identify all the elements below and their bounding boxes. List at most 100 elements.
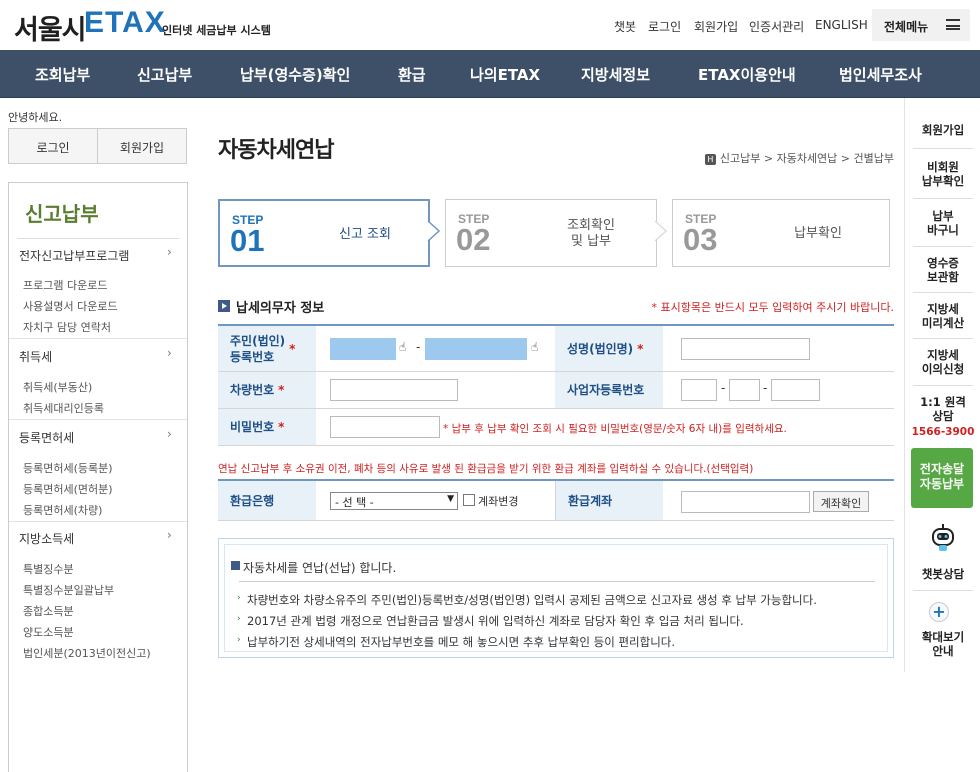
name-input[interactable] [681, 338, 810, 360]
password-hint: * 납부 후 납부 확인 조회 시 필요한 비밀번호(영문/숫자 6자 내)를 … [443, 423, 787, 435]
util-chatbot-link[interactable]: 챗봇 [614, 18, 636, 35]
gnb-item-local-tax-info[interactable]: 지방세정보 [581, 64, 650, 85]
required-note: * 표시항목은 반드시 모두 입력하여 주시기 바랍니다. [651, 301, 895, 314]
car-number-input[interactable] [330, 379, 458, 401]
gnb-item-refund[interactable]: 환급 [398, 64, 426, 85]
section-bullet-icon [218, 300, 230, 312]
arrow-bullet-icon: › [237, 593, 241, 603]
password-input[interactable] [330, 416, 440, 438]
logo-subtitle: 인터넷 세금납부 시스템 [162, 24, 271, 37]
refund-form: 환급은행 - 선 택 - ▼ 계좌변경 환급계좌 계좌확인 [218, 479, 894, 521]
zoom-plus-icon[interactable]: + [929, 602, 949, 622]
info-box: 자동차세를 연납(선납) 합니다. › 차량번호와 차량소유주의 주민(법인)등… [218, 538, 894, 658]
refund-bank-select[interactable]: - 선 택 - ▼ [330, 492, 458, 510]
biz-number-part2-input[interactable] [729, 379, 760, 401]
quick-divider [913, 148, 973, 149]
form-row-password: 비밀번호 * * 납부 후 납부 확인 조회 시 필요한 비밀번호(영문/숫자 6… [218, 409, 894, 446]
chatbot-robot-icon[interactable] [927, 522, 959, 554]
sidebar-item-registration-vehicle[interactable]: 등록면허세(차량) [23, 502, 102, 518]
quick-payment-basket[interactable]: 납부 바구니 [905, 209, 980, 237]
account-change-label: 계좌변경 [478, 495, 519, 508]
gnb-item-inquiry-payment[interactable]: 조회납부 [35, 64, 90, 85]
sidebar-item-withholding[interactable]: 특별징수분 [23, 561, 74, 577]
sidebar-title-divider [17, 238, 179, 239]
info-item: 차량번호와 차량소유주의 주민(법인)등록번호/성명(법인명) 입력시 공제된 … [247, 593, 817, 607]
sidebar-group-local-income-tax[interactable]: 지방소득세 [19, 530, 74, 547]
biz-number-label: 사업자등록번호 [555, 372, 663, 408]
step-1-text: 신고 조회 [339, 227, 391, 242]
chevron-right-icon: › [167, 528, 172, 542]
refund-note: 연납 신고납부 후 소유권 이전, 폐차 등의 사유로 발생 된 환급금을 받기… [218, 463, 754, 475]
quick-objection[interactable]: 지방세 이의신청 [905, 348, 980, 376]
sidebar-item-capital-gains[interactable]: 양도소득분 [23, 624, 74, 640]
chevron-right-icon: › [167, 427, 172, 441]
sidebar-divider [9, 419, 187, 420]
sidebar-item-manual-download[interactable]: 사용설명서 다운로드 [23, 298, 118, 314]
biz-dash: - [721, 381, 726, 395]
all-menu-button[interactable]: 전체메뉴 [872, 9, 970, 41]
required-star: * [278, 420, 285, 434]
quick-remote-support[interactable]: 1:1 원격 상담 [905, 395, 980, 423]
sidebar-group-acquisition-tax[interactable]: 취득세 [19, 348, 52, 365]
gnb-item-my-etax[interactable]: 나의ETAX [470, 64, 540, 85]
chevron-right-icon: › [167, 346, 172, 360]
hand-pointer-icon: ☝ [531, 340, 539, 354]
refund-bank-label: 환급은행 [218, 481, 316, 520]
car-number-label: 차량번호 * [218, 372, 316, 408]
biz-number-part1-input[interactable] [681, 379, 717, 401]
sidebar-item-corporate-pre2013[interactable]: 법인세분(2013년이전신고) [23, 645, 151, 661]
util-english-link[interactable]: ENGLISH [815, 18, 868, 32]
quick-guest-payment-check[interactable]: 비회원 납부확인 [905, 160, 980, 188]
quick-signup[interactable]: 회원가입 [905, 123, 980, 137]
sidebar-menu: 신고납부 전자신고납부프로그램 › 프로그램 다운로드 사용설명서 다운로드 자… [8, 182, 188, 772]
sidebar-group-registration-tax[interactable]: 등록면허세 [19, 429, 74, 446]
form-row-car: 차량번호 * 사업자등록번호 - - [218, 372, 894, 409]
page-title: 자동차세연납 [218, 138, 334, 163]
zoom-guide-label[interactable]: 확대보기 안내 [905, 630, 980, 658]
sidebar-item-acquisition-agent[interactable]: 취득세대리인등록 [23, 400, 104, 416]
step-1: STEP 01 신고 조회 [218, 199, 430, 267]
quick-divider [913, 590, 973, 591]
jumin-back-input[interactable] [425, 338, 527, 360]
sidebar-item-registration-reg[interactable]: 등록면허세(등록분) [23, 460, 113, 476]
jumin-front-input[interactable] [330, 338, 396, 360]
gnb-item-report-payment[interactable]: 신고납부 [137, 64, 192, 85]
info-heading: 자동차세를 연납(선납) 합니다. [243, 561, 397, 575]
biz-number-part3-input[interactable] [771, 379, 820, 401]
logo-city[interactable]: 서울시 [14, 8, 87, 47]
util-login-link[interactable]: 로그인 [648, 18, 681, 35]
chatbot-label[interactable]: 챗봇상담 [905, 567, 980, 581]
breadcrumb-path[interactable]: 신고납부 > 자동차세연납 > 건별납부 [720, 152, 894, 165]
gnb-item-receipt-check[interactable]: 납부(영수증)확인 [240, 64, 350, 85]
refund-account-label: 환급계좌 [555, 481, 663, 520]
util-cert-link[interactable]: 인증서관리 [749, 18, 804, 35]
breadcrumb: H 신고납부 > 자동차세연납 > 건별납부 [704, 150, 894, 166]
gnb-item-corporate-audit[interactable]: 법인세무조사 [839, 64, 922, 85]
logo-etax[interactable]: ETAX [84, 6, 166, 40]
e-delivery-autopay-button[interactable]: 전자송달 자동납부 [911, 448, 973, 508]
quick-tax-calculator[interactable]: 지방세 미리계산 [905, 302, 980, 330]
account-change-checkbox[interactable] [463, 494, 475, 506]
refund-account-input[interactable] [681, 491, 810, 513]
quick-divider [913, 338, 973, 339]
quick-divider [913, 198, 973, 199]
sidebar-item-withholding-bulk[interactable]: 특별징수분일괄납부 [23, 582, 114, 598]
password-label: 비밀번호 * [218, 409, 316, 445]
quick-divider [913, 292, 973, 293]
sidebar-item-program-download[interactable]: 프로그램 다운로드 [23, 277, 107, 293]
sidebar-item-acquisition-real-estate[interactable]: 취득세(부동산) [23, 379, 92, 395]
sidebar-signup-button[interactable]: 회원가입 [97, 128, 187, 164]
quick-receipt-box[interactable]: 영수증 보관함 [905, 256, 980, 284]
info-item: 2017년 관계 법령 개정으로 연납환급금 발생시 위에 입력하신 계좌로 담… [247, 614, 744, 628]
util-signup-link[interactable]: 회원가입 [694, 18, 738, 35]
hand-pointer-icon: ☝ [399, 340, 407, 354]
account-check-button[interactable]: 계좌확인 [813, 491, 869, 512]
sidebar-item-district-contacts[interactable]: 자치구 담당 연락처 [23, 319, 111, 335]
sidebar-group-e-filing-program[interactable]: 전자신고납부프로그램 [19, 247, 129, 264]
home-icon[interactable]: H [704, 154, 716, 165]
gnb-item-etax-guide[interactable]: ETAX이용안내 [698, 64, 796, 85]
step-3-text: 납부확인 [794, 226, 842, 241]
sidebar-login-button[interactable]: 로그인 [8, 128, 98, 164]
sidebar-item-global-income[interactable]: 종합소득분 [23, 603, 74, 619]
sidebar-item-registration-license[interactable]: 등록면허세(면허분) [23, 481, 113, 497]
